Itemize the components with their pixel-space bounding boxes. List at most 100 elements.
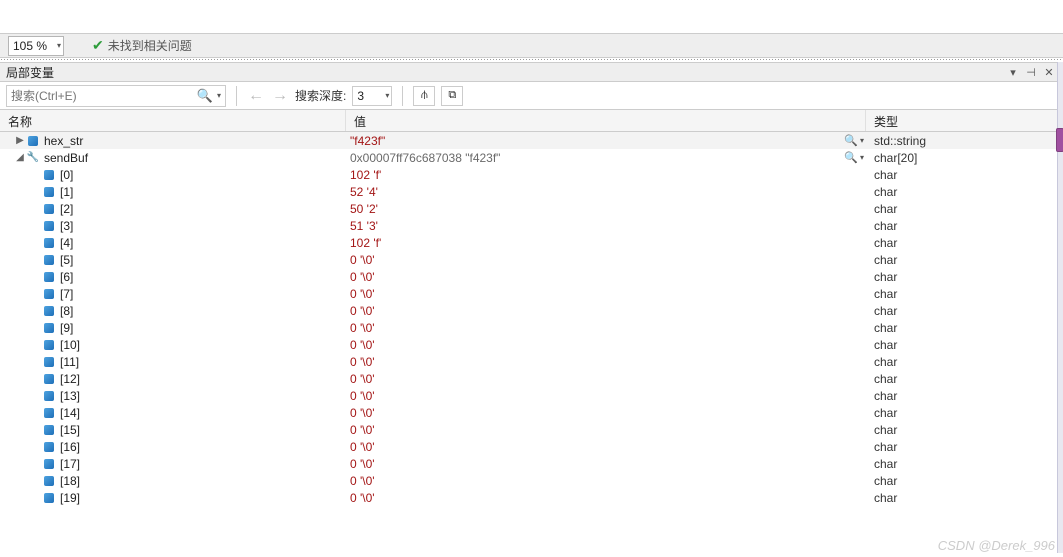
column-header-type[interactable]: 类型 — [866, 110, 1063, 131]
cell-value[interactable]: 102 'f' — [346, 236, 844, 250]
variable-name: [17] — [60, 457, 80, 471]
close-icon[interactable]: ✕ — [1041, 64, 1057, 80]
cell-value[interactable]: 52 '4' — [346, 185, 844, 199]
cell-type: char[20] — [866, 151, 1063, 165]
grid-body[interactable]: ▶hex_str"f423f"🔍▾std::string◢🔧sendBuf0x0… — [0, 132, 1063, 552]
table-row[interactable]: [3]51 '3'char — [0, 217, 1063, 234]
cell-name: ◢🔧sendBuf — [0, 151, 346, 165]
panel-title: 局部变量 — [6, 64, 1005, 81]
cell-value[interactable]: 0 '\0' — [346, 491, 844, 505]
pin-icon[interactable]: ⊣ — [1023, 64, 1039, 80]
table-row[interactable]: [6]0 '\0'char — [0, 268, 1063, 285]
cell-value[interactable]: 0x00007ff76c687038 "f423f" — [346, 151, 844, 165]
table-row[interactable]: [12]0 '\0'char — [0, 370, 1063, 387]
field-icon — [42, 322, 56, 334]
table-row[interactable]: [5]0 '\0'char — [0, 251, 1063, 268]
variable-name: [11] — [60, 355, 79, 369]
column-header-name[interactable]: 名称 — [0, 110, 346, 131]
cell-value[interactable]: 0 '\0' — [346, 304, 844, 318]
cell-value[interactable]: 0 '\0' — [346, 457, 844, 471]
chevron-down-icon[interactable]: ▾ — [860, 136, 864, 145]
table-row[interactable]: [10]0 '\0'char — [0, 336, 1063, 353]
cell-name: [13] — [0, 389, 346, 403]
chevron-down-icon[interactable]: ▾ — [217, 91, 221, 100]
cell-value[interactable]: 0 '\0' — [346, 423, 844, 437]
magnifier-icon[interactable]: 🔍 — [844, 134, 858, 147]
depth-select[interactable]: 3 ▾ — [352, 86, 392, 106]
table-row[interactable]: [16]0 '\0'char — [0, 438, 1063, 455]
cell-type: char — [866, 338, 1063, 352]
cell-value[interactable]: 0 '\0' — [346, 406, 844, 420]
variable-name: [6] — [60, 270, 73, 284]
variable-name: [0] — [60, 168, 73, 182]
field-icon — [42, 407, 56, 419]
cell-name: [3] — [0, 219, 346, 233]
chevron-down-icon[interactable]: ▾ — [860, 153, 864, 162]
cell-type: char — [866, 406, 1063, 420]
panel-controls: ▾ ⊣ ✕ — [1005, 64, 1057, 80]
expander-icon[interactable]: ◢ — [14, 152, 26, 163]
cell-type: char — [866, 304, 1063, 318]
cell-value[interactable]: 102 'f' — [346, 168, 844, 182]
side-tab[interactable] — [1056, 128, 1063, 152]
cell-type: char — [866, 236, 1063, 250]
cell-type: char — [866, 321, 1063, 335]
cell-value[interactable]: 50 '2' — [346, 202, 844, 216]
table-row[interactable]: [7]0 '\0'char — [0, 285, 1063, 302]
field-icon — [42, 271, 56, 283]
search-icon[interactable]: 🔍 — [197, 88, 213, 104]
panel-header: 局部变量 ▾ ⊣ ✕ — [0, 62, 1063, 82]
table-row[interactable]: [0]102 'f'char — [0, 166, 1063, 183]
table-row[interactable]: [15]0 '\0'char — [0, 421, 1063, 438]
cell-value[interactable]: 0 '\0' — [346, 372, 844, 386]
table-row[interactable]: [17]0 '\0'char — [0, 455, 1063, 472]
table-row[interactable]: [1]52 '4'char — [0, 183, 1063, 200]
visualizer-icon[interactable]: ⧉ — [441, 86, 463, 106]
separator — [236, 86, 237, 106]
cell-value[interactable]: "f423f" — [346, 134, 844, 148]
cell-value[interactable]: 0 '\0' — [346, 270, 844, 284]
nav-back-icon[interactable]: ← — [247, 87, 265, 105]
table-row[interactable]: [9]0 '\0'char — [0, 319, 1063, 336]
issues-indicator[interactable]: ✔ 未找到相关问题 — [92, 37, 192, 54]
cell-name: [14] — [0, 406, 346, 420]
table-row[interactable]: [19]0 '\0'char — [0, 489, 1063, 506]
cell-name: [8] — [0, 304, 346, 318]
wrench-icon: 🔧 — [26, 152, 40, 164]
cell-value[interactable]: 0 '\0' — [346, 474, 844, 488]
cell-name: [1] — [0, 185, 346, 199]
cell-value[interactable]: 0 '\0' — [346, 287, 844, 301]
table-row[interactable]: ◢🔧sendBuf0x00007ff76c687038 "f423f"🔍▾cha… — [0, 149, 1063, 166]
field-icon — [26, 135, 40, 147]
search-box[interactable]: 🔍 ▾ — [6, 85, 226, 107]
search-input[interactable] — [11, 89, 197, 103]
nav-forward-icon[interactable]: → — [271, 87, 289, 105]
zoom-select[interactable]: 105 % ▾ — [8, 36, 64, 56]
cell-value[interactable]: 0 '\0' — [346, 253, 844, 267]
expander-icon[interactable]: ▶ — [14, 135, 26, 146]
magnifier-icon[interactable]: 🔍 — [844, 151, 858, 164]
field-icon — [42, 475, 56, 487]
table-row[interactable]: [8]0 '\0' char — [0, 302, 1063, 319]
cell-value[interactable]: 0 '\0' — [346, 321, 844, 335]
column-header-value[interactable]: 值 — [346, 110, 866, 131]
table-row[interactable]: [4] 102 'f' char — [0, 234, 1063, 251]
table-row[interactable]: [14]0 '\0' char — [0, 404, 1063, 421]
cell-value[interactable]: 51 '3' — [346, 219, 844, 233]
window-position-icon[interactable]: ▾ — [1005, 64, 1021, 80]
table-row[interactable]: [13]0 '\0'char — [0, 387, 1063, 404]
table-row[interactable]: [18]0 '\0'char — [0, 472, 1063, 489]
filter-icon[interactable]: ⫛ — [413, 86, 435, 106]
cell-actions: 🔍▾ — [844, 134, 866, 147]
table-row[interactable]: [2]50 '2'char — [0, 200, 1063, 217]
cell-name: [11] — [0, 355, 346, 369]
cell-value[interactable]: 0 '\0' — [346, 440, 844, 454]
field-icon — [42, 424, 56, 436]
table-row[interactable]: ▶hex_str"f423f"🔍▾std::string — [0, 132, 1063, 149]
cell-value[interactable]: 0 '\0' — [346, 389, 844, 403]
variable-name: [4] — [60, 236, 73, 250]
cell-name: [15] — [0, 423, 346, 437]
table-row[interactable]: [11]0 '\0'char — [0, 353, 1063, 370]
cell-value[interactable]: 0 '\0' — [346, 355, 844, 369]
cell-value[interactable]: 0 '\0' — [346, 338, 844, 352]
